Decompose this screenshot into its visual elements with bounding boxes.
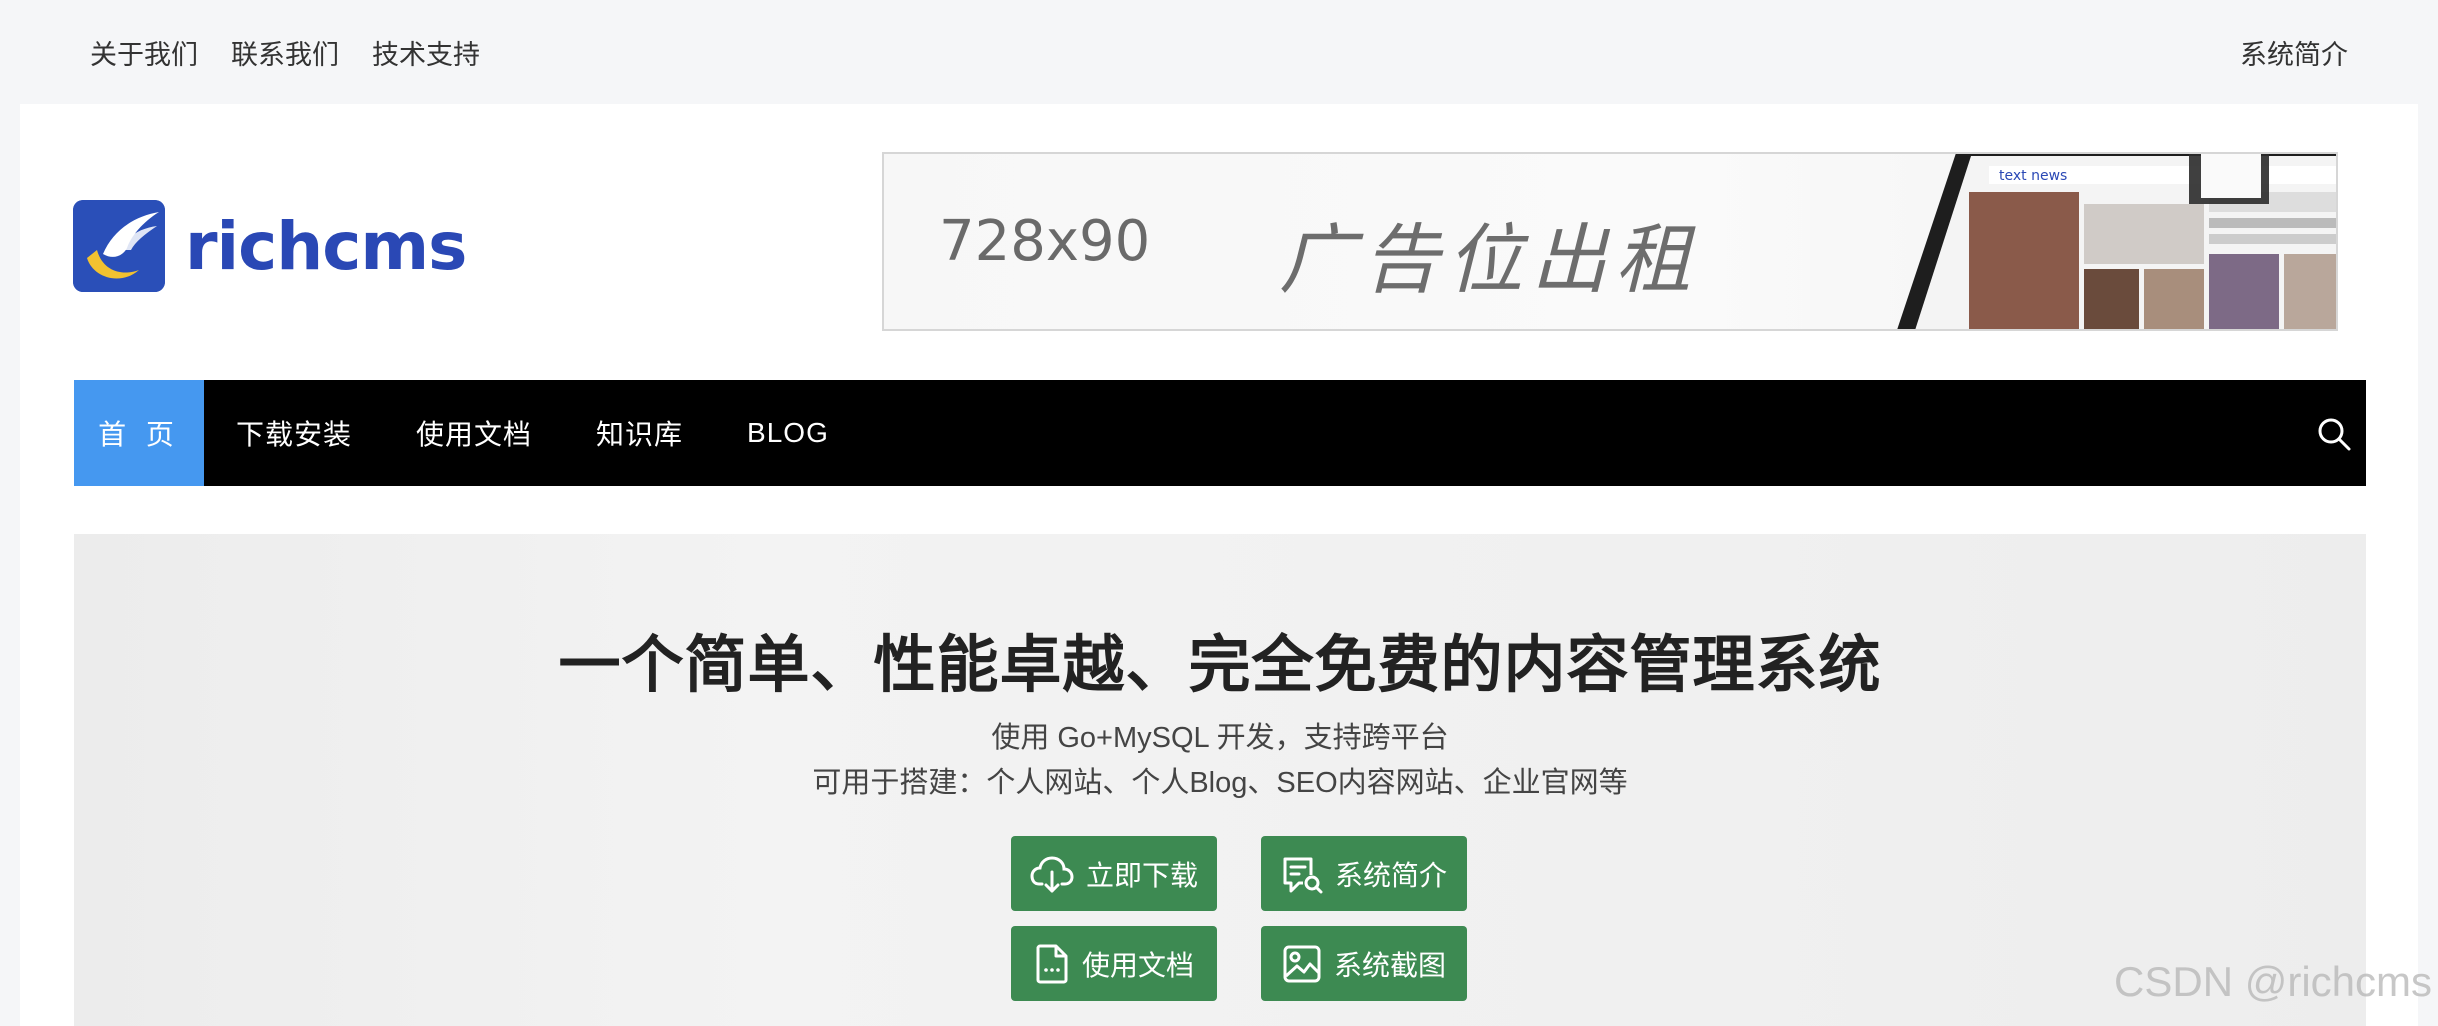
docs-button-label: 使用文档 <box>1081 949 1194 981</box>
logo-text: richcms <box>185 207 467 285</box>
nav-docs[interactable]: 使用文档 <box>384 380 564 486</box>
nav-knowledge-base[interactable]: 知识库 <box>564 380 715 486</box>
laptop-image: text news <box>1897 154 2336 329</box>
top-bar: 关于我们 联系我们 技术支持 系统简介 <box>20 0 2418 104</box>
screenshots-button-label: 系统截图 <box>1333 949 1446 981</box>
screenshots-button[interactable]: 系统截图 <box>1261 926 1467 1001</box>
main-nav: 首 页 下载安装 使用文档 知识库 BLOG <box>74 380 2366 486</box>
banner-text: 广告位出租 <box>1279 215 1699 304</box>
hero-title: 一个简单、性能卓越、完全免费的内容管理系统 <box>558 631 1882 700</box>
hero-subtitle-1: 使用 Go+MySQL 开发，支持跨平台 <box>991 722 1449 754</box>
tech-support-link[interactable]: 技术支持 <box>372 33 480 72</box>
contact-us-link[interactable]: 联系我们 <box>231 33 339 72</box>
hero-section: 一个简单、性能卓越、完全免费的内容管理系统 使用 Go+MySQL 开发，支持跨… <box>74 534 2366 1026</box>
nav-blog[interactable]: BLOG <box>715 380 861 486</box>
download-button-label: 立即下载 <box>1085 859 1198 891</box>
docs-button[interactable]: 使用文档 <box>1011 926 1217 1001</box>
site-logo[interactable]: richcms <box>73 200 467 292</box>
ad-banner[interactable]: 728x90 广告位出租 text news <box>882 152 2338 331</box>
logo-bird-icon <box>73 200 165 292</box>
system-intro-link[interactable]: 系统简介 <box>2240 0 2348 104</box>
cloud-download-icon <box>1030 855 1074 892</box>
hero-subtitle-2: 可用于搭建：个人网站、个人Blog、SEO内容网站、企业官网等 <box>812 767 1628 799</box>
image-icon <box>1283 945 1321 982</box>
document-icon <box>1036 944 1068 983</box>
banner-size-text: 728x90 <box>939 209 1151 274</box>
system-intro-button-label: 系统简介 <box>1334 859 1447 891</box>
download-button[interactable]: 立即下载 <box>1011 836 1217 911</box>
message-search-icon <box>1283 857 1323 893</box>
system-intro-button[interactable]: 系统简介 <box>1261 836 1467 911</box>
about-us-link[interactable]: 关于我们 <box>90 33 198 72</box>
watermark: CSDN @richcms <box>2114 958 2432 1005</box>
nav-download[interactable]: 下载安装 <box>204 380 384 486</box>
search-icon[interactable] <box>2316 416 2352 452</box>
svg-text:text news: text news <box>1999 168 2067 184</box>
page: 关于我们 联系我们 技术支持 系统简介 richcms 728x90 广告位出租… <box>20 0 2418 1026</box>
nav-home[interactable]: 首 页 <box>74 380 204 486</box>
top-links: 关于我们 联系我们 技术支持 <box>90 0 480 104</box>
